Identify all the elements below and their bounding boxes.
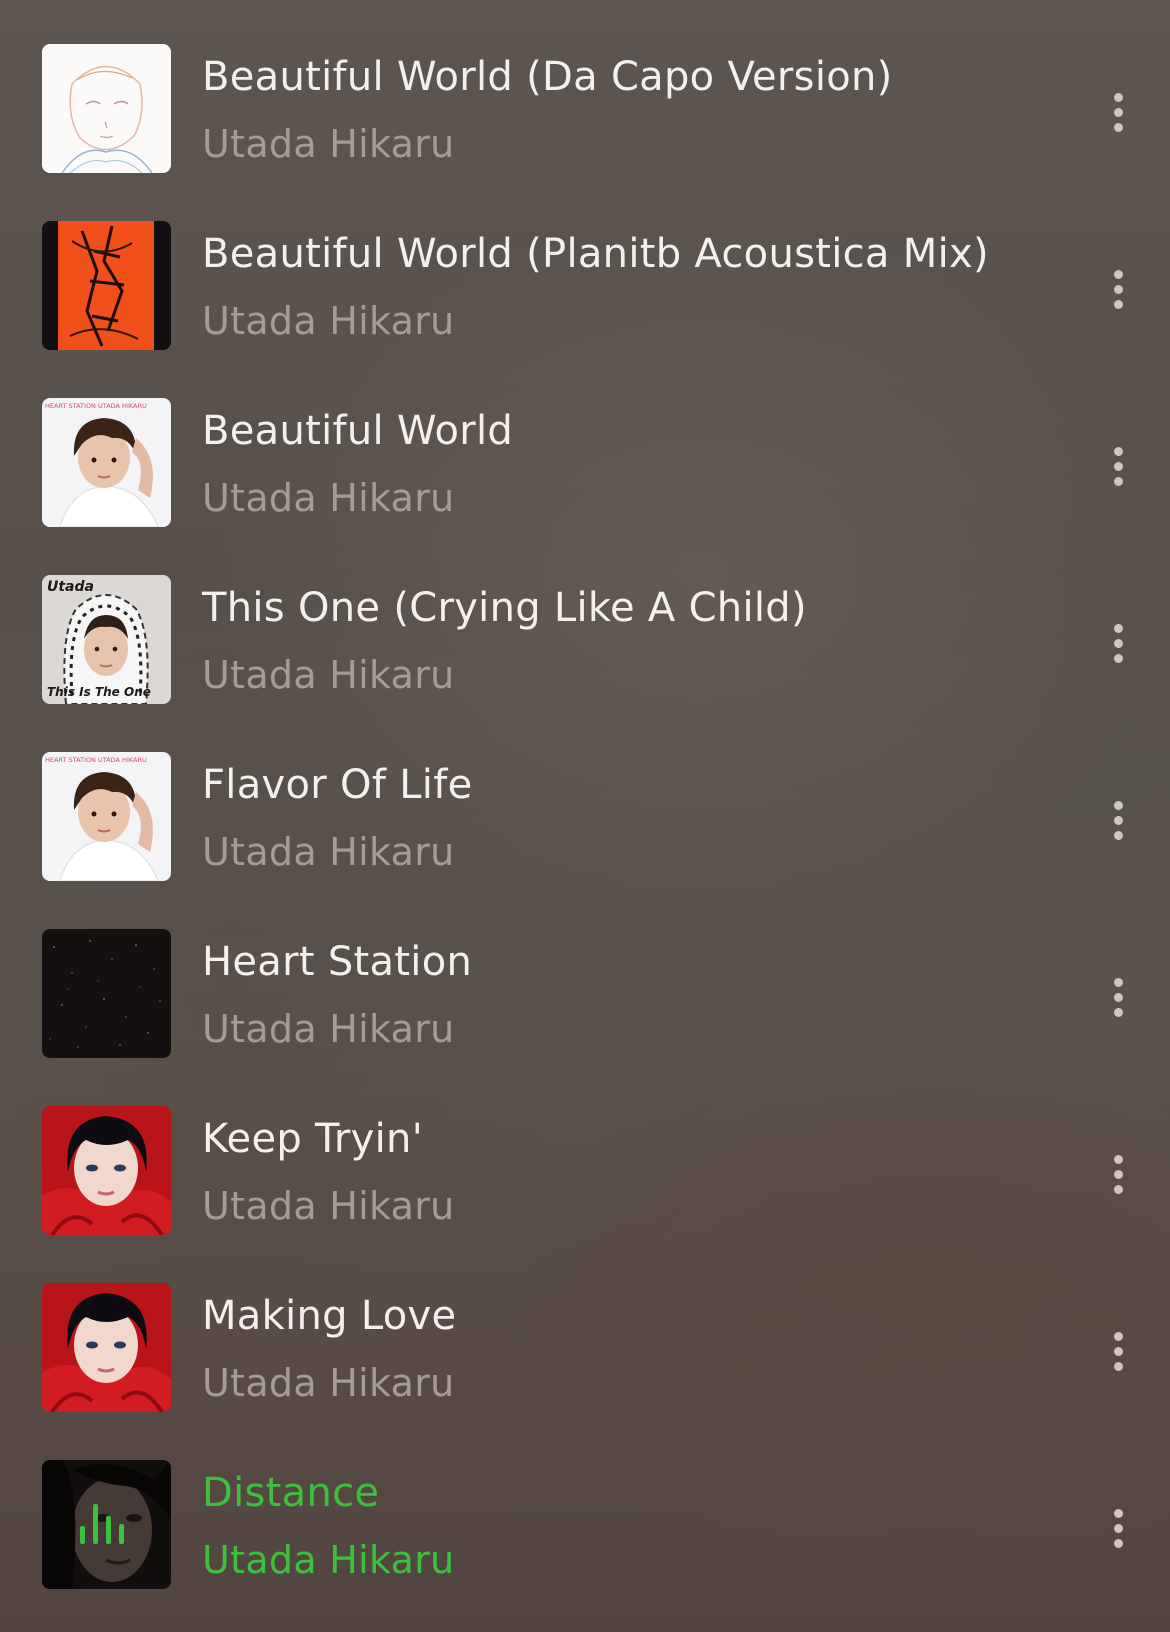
track-row[interactable]: HEART STATION UTADA HIKARU Beautiful Wor… xyxy=(0,354,1170,531)
more-vertical-icon[interactable] xyxy=(1098,973,1138,1021)
album-art xyxy=(42,1283,171,1412)
track-artist: Utada Hikaru xyxy=(202,122,455,166)
svg-text:Utada: Utada xyxy=(47,579,94,595)
album-art: Utada This Is The One xyxy=(42,575,171,704)
album-art xyxy=(42,1460,171,1589)
track-artist: Utada Hikaru xyxy=(202,1184,455,1228)
svg-text:This Is The One: This Is The One xyxy=(47,685,151,699)
track-title: Keep Tryin' xyxy=(202,1116,423,1162)
more-vertical-icon[interactable] xyxy=(1098,265,1138,313)
more-vertical-icon[interactable] xyxy=(1098,796,1138,844)
track-row[interactable]: Heart Station Utada Hikaru xyxy=(0,885,1170,1062)
album-art: HEART STATION UTADA HIKARU xyxy=(42,398,171,527)
track-artist: Utada Hikaru xyxy=(202,1538,455,1582)
equalizer-icon xyxy=(80,1504,124,1544)
track-artist: Utada Hikaru xyxy=(202,1361,455,1405)
track-title: Heart Station xyxy=(202,939,473,985)
track-row[interactable]: Utada This Is The One This One (Crying L… xyxy=(0,531,1170,708)
track-artist: Utada Hikaru xyxy=(202,1007,455,1051)
track-title: Beautiful World xyxy=(202,408,514,454)
svg-text:HEART STATION UTADA HIKARU: HEART STATION UTADA HIKARU xyxy=(45,402,147,410)
track-artist: Utada Hikaru xyxy=(202,653,455,697)
track-artist: Utada Hikaru xyxy=(202,476,455,520)
more-vertical-icon[interactable] xyxy=(1098,442,1138,490)
track-row[interactable]: Making Love Utada Hikaru xyxy=(0,1239,1170,1416)
more-vertical-icon[interactable] xyxy=(1098,619,1138,667)
track-title: This One (Crying Like A Child) xyxy=(202,585,807,631)
album-art xyxy=(42,1106,171,1235)
more-vertical-icon[interactable] xyxy=(1098,88,1138,136)
track-row[interactable]: HEART STATION UTADA HIKARU Flavor Of Lif… xyxy=(0,708,1170,885)
track-row[interactable]: Beautiful World (Da Capo Version) Utada … xyxy=(0,0,1170,177)
album-art xyxy=(42,929,171,1058)
more-vertical-icon[interactable] xyxy=(1098,1504,1138,1552)
track-row[interactable]: Beautiful World (Planitb Acoustica Mix) … xyxy=(0,177,1170,354)
track-artist: Utada Hikaru xyxy=(202,830,455,874)
more-vertical-icon[interactable] xyxy=(1098,1327,1138,1375)
album-art: HEART STATION UTADA HIKARU xyxy=(42,752,171,881)
track-row-now-playing[interactable]: Distance Utada Hikaru xyxy=(0,1416,1170,1593)
track-row[interactable]: Keep Tryin' Utada Hikaru xyxy=(0,1062,1170,1239)
track-artist: Utada Hikaru xyxy=(202,299,455,343)
album-art xyxy=(42,221,171,350)
track-title: Beautiful World (Da Capo Version) xyxy=(202,54,893,100)
track-title: Making Love xyxy=(202,1293,457,1339)
more-vertical-icon[interactable] xyxy=(1098,1150,1138,1198)
track-title: Flavor Of Life xyxy=(202,762,473,808)
track-title: Distance xyxy=(202,1470,380,1516)
track-title: Beautiful World (Planitb Acoustica Mix) xyxy=(202,231,989,277)
album-art xyxy=(42,44,171,173)
svg-text:HEART STATION UTADA HIKARU: HEART STATION UTADA HIKARU xyxy=(45,756,147,764)
